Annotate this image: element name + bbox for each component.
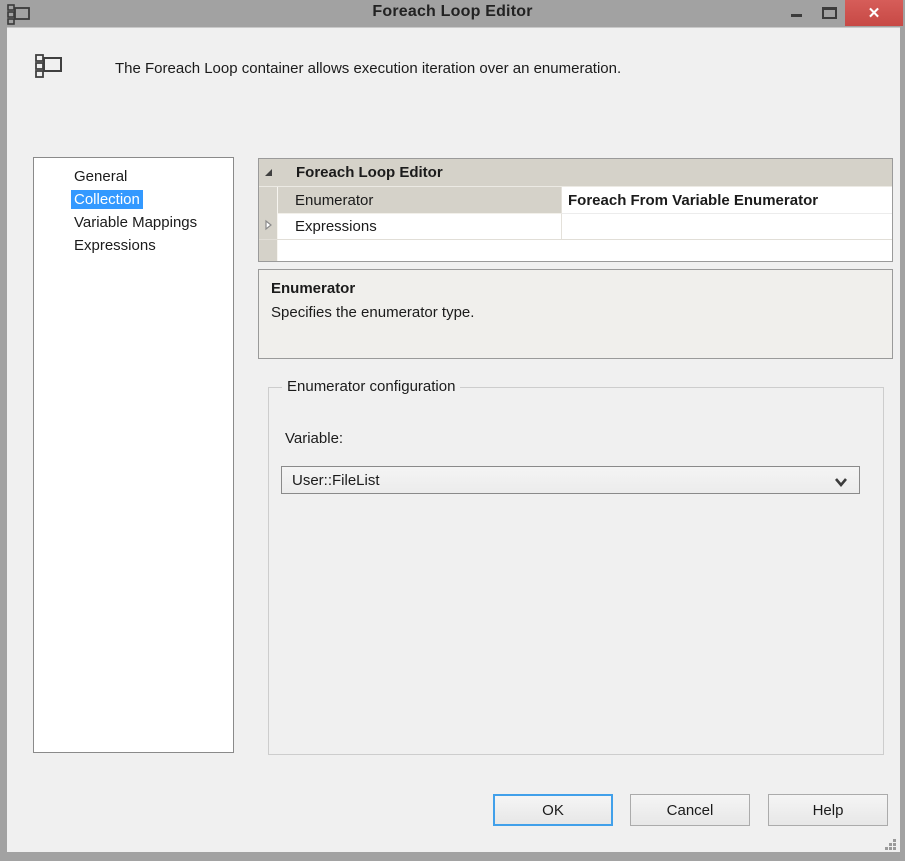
variable-dropdown[interactable]: User::FileList: [281, 466, 860, 494]
property-value[interactable]: [561, 214, 892, 239]
sidebar-item-general[interactable]: General: [34, 165, 233, 188]
groupbox-legend: Enumerator configuration: [282, 378, 460, 395]
foreach-loop-editor-dialog: Foreach Loop Editor ✕ The Foreach Loop c…: [0, 0, 905, 861]
pages-list: General Collection Variable Mappings Exp…: [33, 157, 234, 753]
property-description-title: Enumerator: [271, 280, 880, 297]
collapsed-triangle-icon[interactable]: [263, 218, 273, 235]
dialog-body: The Foreach Loop container allows execut…: [7, 27, 900, 852]
property-description-text: Specifies the enumerator type.: [271, 304, 880, 321]
maximize-button[interactable]: [815, 0, 843, 25]
category-title: Foreach Loop Editor: [278, 164, 443, 181]
variable-label: Variable:: [285, 430, 343, 447]
property-value[interactable]: Foreach From Variable Enumerator: [561, 187, 892, 214]
cancel-button[interactable]: Cancel: [630, 794, 750, 826]
row-gutter: [259, 240, 278, 261]
row-gutter: [259, 214, 278, 239]
dialog-description: The Foreach Loop container allows execut…: [115, 60, 621, 77]
close-button[interactable]: ✕: [845, 0, 903, 26]
property-grid: Foreach Loop Editor Enumerator Foreach F…: [258, 158, 893, 262]
row-gutter: [259, 187, 278, 214]
variable-dropdown-value: User::FileList: [292, 472, 380, 489]
property-row-expressions[interactable]: Expressions: [259, 214, 892, 240]
window-title: Foreach Loop Editor: [0, 3, 905, 21]
sidebar-item-expressions[interactable]: Expressions: [34, 234, 233, 257]
sidebar-item-variable-mappings[interactable]: Variable Mappings: [34, 211, 233, 234]
property-grid-empty-row: [259, 240, 892, 261]
sidebar-item-collection[interactable]: Collection: [34, 188, 233, 211]
minimize-icon: [791, 14, 802, 17]
ok-button[interactable]: OK: [493, 794, 613, 826]
close-icon: ✕: [868, 4, 881, 22]
foreach-loop-icon: [33, 50, 64, 81]
property-row-enumerator[interactable]: Enumerator Foreach From Variable Enumera…: [259, 187, 892, 214]
chevron-down-icon[interactable]: [833, 475, 849, 492]
titlebar[interactable]: Foreach Loop Editor ✕: [0, 0, 905, 27]
maximize-icon: [822, 7, 837, 19]
property-name: Expressions: [278, 214, 561, 239]
help-button[interactable]: Help: [768, 794, 888, 826]
enumerator-configuration-group: Enumerator configuration Variable: User:…: [268, 387, 884, 755]
property-grid-category-row[interactable]: Foreach Loop Editor: [259, 159, 892, 187]
expanded-triangle-icon[interactable]: [259, 167, 278, 178]
property-name: Enumerator: [278, 187, 561, 214]
resize-grip[interactable]: [881, 835, 896, 850]
minimize-button[interactable]: [783, 0, 809, 25]
property-description-panel: Enumerator Specifies the enumerator type…: [258, 269, 893, 359]
